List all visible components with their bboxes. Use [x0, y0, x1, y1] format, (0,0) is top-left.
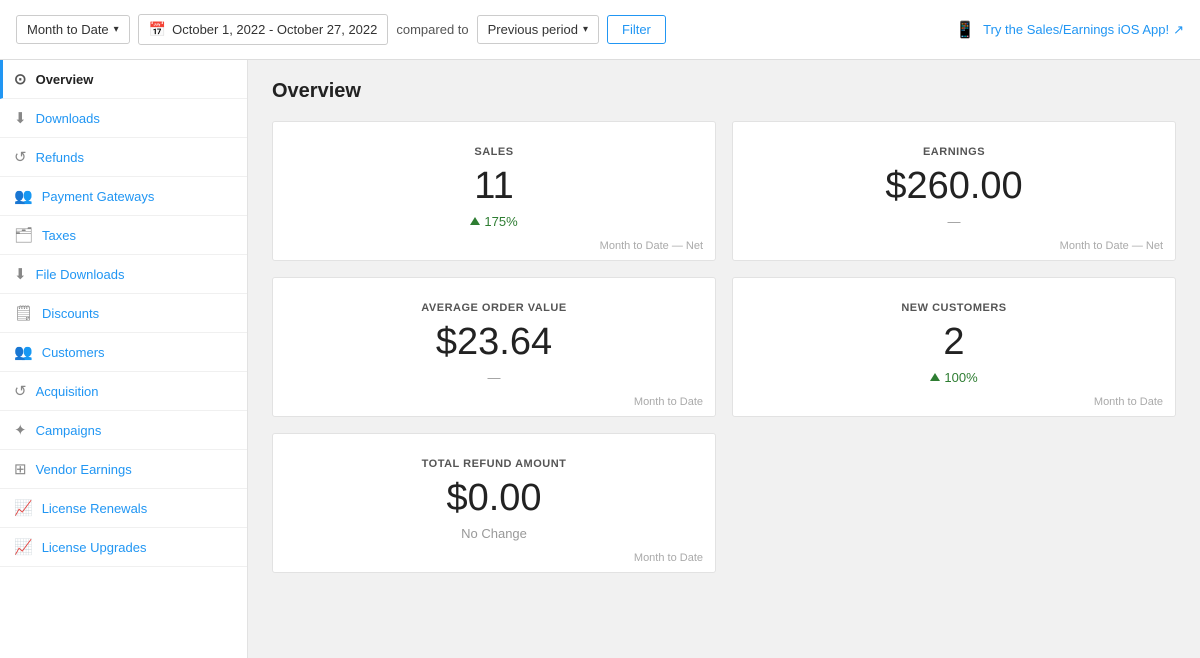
taxes-icon: 🗂: [14, 226, 33, 244]
sidebar-label-downloads: Downloads: [36, 111, 100, 126]
payment-gateways-icon: 👥: [14, 187, 33, 205]
downloads-icon: ⬇: [14, 109, 27, 127]
card-change-earnings: —: [753, 214, 1155, 229]
sidebar-item-acquisition[interactable]: ↺ Acquisition: [0, 372, 247, 411]
header-left: Month to Date ▾ 📅 October 1, 2022 - Octo…: [16, 14, 945, 45]
header-right: 📱 Try the Sales/Earnings iOS App! ↗: [955, 20, 1184, 40]
sidebar-item-refunds[interactable]: ↺ Refunds: [0, 138, 247, 177]
card-change-new-customers: 100%: [753, 370, 1155, 385]
card-value-sales: 11: [293, 166, 695, 208]
vendor-earnings-icon: ⊞: [14, 460, 27, 478]
card-footer-new-customers: Month to Date: [1094, 396, 1163, 408]
sidebar-label-discounts: Discounts: [42, 306, 99, 321]
sidebar-label-vendor-earnings: Vendor Earnings: [36, 462, 132, 477]
ios-app-text: Try the Sales/Earnings iOS App!: [983, 22, 1169, 37]
sidebar-label-overview: Overview: [36, 72, 94, 87]
card-earnings: EARNINGS $260.00 — Month to Date — Net: [732, 121, 1176, 261]
sidebar-label-customers: Customers: [42, 345, 105, 360]
calendar-icon: 📅: [149, 21, 166, 38]
sidebar-label-campaigns: Campaigns: [36, 423, 102, 438]
cards-grid: SALES 11 175% Month to Date — Net EARNINGS $2…: [272, 121, 1176, 573]
card-label-sales: SALES: [293, 146, 695, 158]
change-value-new-customers: 100%: [944, 370, 977, 385]
sidebar-label-license-renewals: License Renewals: [42, 501, 148, 516]
card-label-avg-order: AVERAGE ORDER VALUE: [293, 302, 695, 314]
card-total-refund: TOTAL REFUND AMOUNT $0.00 No Change Month t…: [272, 433, 716, 573]
sidebar-item-license-renewals[interactable]: 📈 License Renewals: [0, 489, 247, 528]
sidebar: ⊙ Overview ⬇ Downloads ↺ Refunds 👥 Payment Gate…: [0, 60, 248, 658]
sidebar-item-campaigns[interactable]: ✦ Campaigns: [0, 411, 247, 450]
license-renewals-icon: 📈: [14, 499, 33, 517]
header: Month to Date ▾ 📅 October 1, 2022 - Octo…: [0, 0, 1200, 60]
card-footer-total-refund: Month to Date: [634, 552, 703, 564]
sidebar-item-taxes[interactable]: 🗂 Taxes: [0, 216, 247, 255]
campaigns-icon: ✦: [14, 421, 27, 439]
comparison-label: Previous period: [488, 22, 578, 37]
period-label: Month to Date: [27, 22, 109, 37]
customers-icon: 👥: [14, 343, 33, 361]
card-value-total-refund: $0.00: [293, 478, 695, 520]
ios-app-link[interactable]: Try the Sales/Earnings iOS App! ↗: [983, 22, 1184, 38]
card-footer-avg-order: Month to Date: [634, 396, 703, 408]
card-value-new-customers: 2: [753, 322, 1155, 364]
layout: ⊙ Overview ⬇ Downloads ↺ Refunds 👥 Payment Gate…: [0, 60, 1200, 658]
page-title: Overview: [272, 80, 1176, 103]
card-change-sales: 175%: [293, 214, 695, 229]
period-chevron-icon: ▾: [114, 24, 119, 35]
overview-icon: ⊙: [14, 70, 27, 88]
filter-button[interactable]: Filter: [607, 15, 666, 44]
sidebar-label-payment-gateways: Payment Gateways: [42, 189, 155, 204]
up-arrow-icon: [930, 373, 940, 381]
period-dropdown[interactable]: Month to Date ▾: [16, 15, 130, 44]
main-content: Overview SALES11175%Month to Date — NetE…: [248, 60, 1200, 658]
sidebar-item-discounts[interactable]: 🗒 Discounts: [0, 294, 247, 333]
card-label-new-customers: NEW CUSTOMERS: [753, 302, 1155, 314]
sidebar-item-payment-gateways[interactable]: 👥 Payment Gateways: [0, 177, 247, 216]
card-label-total-refund: TOTAL REFUND AMOUNT: [293, 458, 695, 470]
sidebar-item-file-downloads[interactable]: ⬇ File Downloads: [0, 255, 247, 294]
card-new-customers: NEW CUSTOMERS 2 100% Month to Date: [732, 277, 1176, 417]
sidebar-item-vendor-earnings[interactable]: ⊞ Vendor Earnings: [0, 450, 247, 489]
sidebar-item-downloads[interactable]: ⬇ Downloads: [0, 99, 247, 138]
date-range-text: October 1, 2022 - October 27, 2022: [172, 22, 377, 37]
external-link-icon: ↗: [1173, 22, 1184, 38]
sidebar-label-acquisition: Acquisition: [36, 384, 99, 399]
refunds-icon: ↺: [14, 148, 27, 166]
sidebar-item-license-upgrades[interactable]: 📈 License Upgrades: [0, 528, 247, 567]
change-value-sales: 175%: [484, 214, 517, 229]
up-arrow-icon: [470, 217, 480, 225]
card-change-avg-order: —: [293, 370, 695, 385]
comparison-dropdown[interactable]: Previous period ▾: [477, 15, 599, 44]
license-upgrades-icon: 📈: [14, 538, 33, 556]
phone-icon: 📱: [955, 20, 975, 40]
card-sales: SALES 11 175% Month to Date — Net: [272, 121, 716, 261]
card-label-earnings: EARNINGS: [753, 146, 1155, 158]
sidebar-item-overview[interactable]: ⊙ Overview: [0, 60, 247, 99]
sidebar-label-file-downloads: File Downloads: [36, 267, 125, 282]
date-range-button[interactable]: 📅 October 1, 2022 - October 27, 2022: [138, 14, 389, 45]
card-footer-sales: Month to Date — Net: [600, 240, 703, 252]
card-change-total-refund: No Change: [293, 526, 695, 541]
compared-to-label: compared to: [396, 22, 468, 37]
sidebar-item-customers[interactable]: 👥 Customers: [0, 333, 247, 372]
card-value-avg-order: $23.64: [293, 322, 695, 364]
comparison-chevron-icon: ▾: [583, 24, 588, 35]
sidebar-label-license-upgrades: License Upgrades: [42, 540, 147, 555]
acquisition-icon: ↺: [14, 382, 27, 400]
sidebar-label-taxes: Taxes: [42, 228, 76, 243]
card-value-earnings: $260.00: [753, 166, 1155, 208]
discounts-icon: 🗒: [14, 304, 33, 322]
sidebar-label-refunds: Refunds: [36, 150, 84, 165]
card-footer-earnings: Month to Date — Net: [1060, 240, 1163, 252]
file-downloads-icon: ⬇: [14, 265, 27, 283]
card-avg-order: AVERAGE ORDER VALUE $23.64 — Month to Date: [272, 277, 716, 417]
